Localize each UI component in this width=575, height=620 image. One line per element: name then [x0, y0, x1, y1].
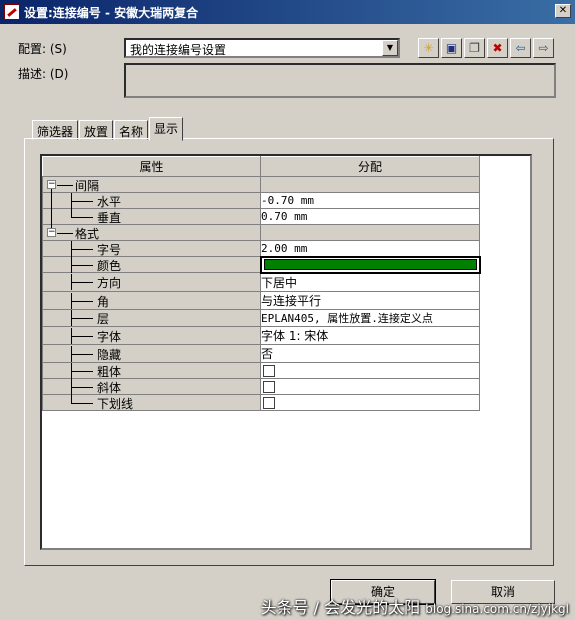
table-row[interactable]: 水平 -0.70 mm — [42, 192, 480, 209]
prop-direction-label: 方向 — [97, 276, 122, 291]
table-row[interactable]: 隐藏 否 — [42, 343, 480, 363]
table-row[interactable]: 字体 字体 1: 宋体 — [42, 325, 480, 345]
prop-vertical-value[interactable]: 0.70 mm — [260, 208, 480, 225]
table-row[interactable]: − 间隔 — [42, 176, 480, 193]
collapse-icon[interactable]: − — [47, 180, 56, 189]
table-row[interactable]: 方向 下居中 — [42, 272, 480, 292]
prop-font-size-label: 字号 — [97, 243, 122, 257]
table-row[interactable]: 垂直 0.70 mm — [42, 208, 480, 225]
tab-strip: 筛选器 放置 名称 显示 — [32, 116, 184, 141]
italic-checkbox[interactable] — [263, 381, 275, 393]
property-grid: 属性 分配 − 间隔 水平 -0.70 mm 垂直 0.70 mm − 格式 字… — [40, 154, 532, 550]
table-row[interactable]: 颜色 — [42, 255, 481, 274]
prop-hidden-label: 隐藏 — [97, 347, 122, 362]
chevron-down-icon[interactable]: ▼ — [382, 40, 398, 56]
table-row[interactable]: 字号 2.00 mm — [42, 240, 480, 257]
bold-checkbox[interactable] — [263, 365, 275, 377]
prop-color-label: 颜色 — [97, 259, 122, 273]
prop-horizontal-value[interactable]: -0.70 mm — [260, 192, 480, 209]
import-icon[interactable]: ⇦ — [510, 38, 531, 58]
window-title: 设置:连接编号 - 安徽大瑞两复合 — [24, 5, 199, 20]
prop-font-value[interactable]: 字体 1: 宋体 — [260, 325, 480, 345]
collapse-icon[interactable]: − — [47, 228, 56, 237]
prop-font-size-value[interactable]: 2.00 mm — [260, 240, 480, 257]
config-select-value: 我的连接编号设置 — [130, 43, 227, 57]
tab-filter[interactable]: 筛选器 — [32, 120, 79, 140]
prop-vertical-label: 垂直 — [97, 211, 122, 225]
close-button[interactable]: ✕ — [555, 4, 571, 18]
app-icon — [4, 4, 20, 20]
underline-checkbox[interactable] — [263, 397, 275, 409]
delete-icon[interactable]: ✖ — [487, 38, 508, 58]
prop-font-label: 字体 — [97, 329, 122, 344]
tab-display[interactable]: 显示 — [149, 117, 184, 141]
watermark-text: 头条号 / 会发光的太阳 — [260, 598, 421, 617]
watermark-url: blog.sina.com.cn/zjyjkgl — [425, 602, 569, 616]
group-format-label: 格式 — [75, 227, 100, 241]
description-label: 描述: (D) — [18, 67, 69, 81]
description-field[interactable] — [124, 63, 556, 98]
save-icon[interactable]: ▣ — [441, 38, 462, 58]
watermark: 头条号 / 会发光的太阳 blog.sina.com.cn/zjyjkgl — [261, 594, 569, 618]
prop-direction-value[interactable]: 下居中 — [260, 272, 480, 292]
column-header-property[interactable]: 属性 — [42, 156, 261, 177]
table-row[interactable]: − 格式 — [42, 224, 480, 241]
table-row[interactable]: 粗体 — [42, 361, 480, 379]
copy-icon[interactable]: ❐ — [464, 38, 485, 58]
export-icon[interactable]: ⇨ — [533, 38, 554, 58]
table-row[interactable]: 下划线 — [42, 393, 480, 411]
title-bar: 设置:连接编号 - 安徽大瑞两复合 ✕ — [0, 0, 575, 24]
prop-angle-value[interactable]: 与连接平行 — [260, 290, 480, 310]
prop-color-value[interactable] — [259, 255, 481, 274]
tab-placement[interactable]: 放置 — [79, 120, 114, 140]
prop-angle-label: 角 — [97, 294, 110, 309]
config-toolbar: ✳ ▣ ❐ ✖ ⇦ ⇨ — [418, 38, 554, 58]
table-row[interactable]: 层 EPLAN405, 属性放置.连接定义点 — [42, 308, 480, 327]
prop-italic-label: 斜体 — [97, 380, 122, 395]
prop-hidden-value[interactable]: 否 — [260, 343, 480, 363]
prop-layer-label: 层 — [97, 312, 110, 326]
prop-horizontal-label: 水平 — [97, 195, 122, 209]
config-label: 配置: (S) — [18, 42, 67, 56]
group-spacing-label: 间隔 — [75, 179, 100, 193]
color-swatch — [263, 259, 477, 270]
new-icon[interactable]: ✳ — [418, 38, 439, 58]
tab-name[interactable]: 名称 — [114, 120, 149, 140]
prop-underline-label: 下划线 — [97, 396, 134, 411]
prop-bold-label: 粗体 — [97, 364, 122, 379]
prop-layer-value[interactable]: EPLAN405, 属性放置.连接定义点 — [260, 308, 480, 327]
table-row[interactable]: 斜体 — [42, 377, 480, 395]
config-select[interactable]: 我的连接编号设置 ▼ — [124, 38, 400, 58]
column-header-value[interactable]: 分配 — [260, 156, 480, 177]
table-row[interactable]: 角 与连接平行 — [42, 290, 480, 310]
